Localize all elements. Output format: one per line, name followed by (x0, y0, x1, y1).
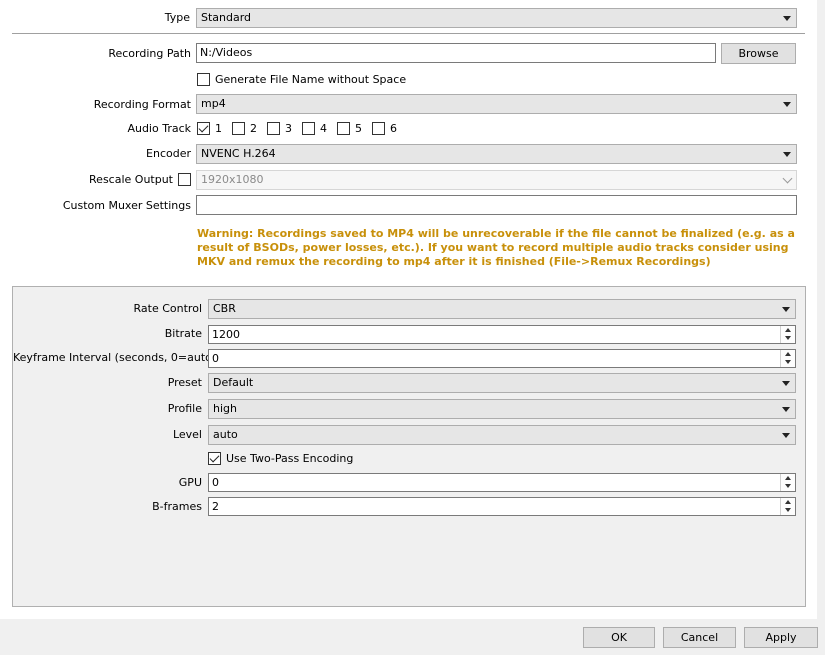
bitrate-value: 1200 (212, 328, 240, 341)
recording-format-select[interactable]: mp4 (196, 94, 797, 114)
audio-track-3-label: 3 (285, 122, 292, 135)
two-pass-label: Use Two-Pass Encoding (226, 452, 354, 465)
rescale-resolution-select[interactable]: 1920x1080 (196, 170, 797, 190)
type-value: Standard (201, 11, 252, 24)
chevron-down-icon (783, 16, 791, 21)
level-select[interactable]: auto (208, 425, 796, 445)
level-value: auto (213, 428, 238, 441)
gpu-value: 0 (212, 476, 219, 489)
chevron-down-icon (782, 173, 793, 184)
no-space-checkbox[interactable] (197, 73, 210, 86)
audio-track-1-label: 1 (215, 122, 222, 135)
muxer-settings-input[interactable] (196, 195, 797, 215)
arrow-up-icon (785, 328, 791, 332)
gpu-stepper[interactable] (780, 474, 795, 491)
rescale-output-label: Rescale Output (89, 173, 173, 186)
bframes-label: B-frames (152, 500, 202, 513)
gpu-spinbox[interactable]: 0 (208, 473, 796, 492)
audio-track-4-checkbox[interactable] (302, 122, 315, 135)
arrow-down-icon (785, 508, 791, 512)
keyframe-interval-value: 0 (212, 352, 219, 365)
audio-track-4-label: 4 (320, 122, 327, 135)
chevron-down-icon (783, 152, 791, 157)
rate-control-label: Rate Control (133, 302, 202, 315)
audio-track-3-checkbox[interactable] (267, 122, 280, 135)
type-select[interactable]: Standard (196, 8, 797, 28)
keyframe-interval-stepper[interactable] (780, 350, 795, 367)
muxer-settings-label: Custom Muxer Settings (62, 199, 191, 212)
rate-control-value: CBR (213, 302, 236, 315)
profile-label: Profile (167, 402, 202, 415)
arrow-up-icon (785, 500, 791, 504)
keyframe-interval-spinbox[interactable]: 0 (208, 349, 796, 368)
audio-track-label: Audio Track (127, 122, 191, 135)
arrow-up-icon (785, 352, 791, 356)
bframes-spinbox[interactable]: 2 (208, 497, 796, 516)
recording-format-label: Recording Format (93, 98, 191, 111)
bitrate-stepper[interactable] (780, 326, 795, 343)
type-label: Type (164, 11, 190, 24)
settings-panel: Type Standard Recording Path N:/Videos B… (0, 0, 817, 619)
preset-value: Default (213, 376, 254, 389)
arrow-down-icon (785, 484, 791, 488)
chevron-down-icon (782, 381, 790, 386)
recording-path-input[interactable]: N:/Videos (196, 43, 716, 63)
arrow-down-icon (785, 360, 791, 364)
encoder-settings-group: Rate Control CBR Bitrate 1200 Keyframe I… (12, 286, 806, 607)
preset-label: Preset (167, 376, 202, 389)
bframes-value: 2 (212, 500, 219, 513)
audio-track-2-checkbox[interactable] (232, 122, 245, 135)
ok-button[interactable]: OK (583, 627, 655, 648)
audio-track-6-checkbox[interactable] (372, 122, 385, 135)
keyframe-interval-label: Keyframe Interval (seconds, 0=auto) (13, 351, 217, 364)
encoder-select[interactable]: NVENC H.264 (196, 144, 797, 164)
encoder-value: NVENC H.264 (201, 147, 276, 160)
cancel-button[interactable]: Cancel (663, 627, 736, 648)
chevron-down-icon (782, 307, 790, 312)
chevron-down-icon (783, 102, 791, 107)
arrow-down-icon (785, 336, 791, 340)
arrow-up-icon (785, 476, 791, 480)
level-label: Level (172, 428, 202, 441)
rescale-output-checkbox[interactable] (178, 173, 191, 186)
audio-track-5-checkbox[interactable] (337, 122, 350, 135)
profile-value: high (213, 402, 237, 415)
divider (12, 33, 805, 34)
recording-format-value: mp4 (201, 97, 226, 110)
gpu-label: GPU (178, 476, 202, 489)
browse-button[interactable]: Browse (721, 43, 796, 64)
bframes-stepper[interactable] (780, 498, 795, 515)
recording-path-label: Recording Path (108, 47, 191, 60)
audio-track-6-label: 6 (390, 122, 397, 135)
audio-track-1-checkbox[interactable] (197, 122, 210, 135)
no-space-label: Generate File Name without Space (215, 73, 407, 86)
preset-select[interactable]: Default (208, 373, 796, 393)
chevron-down-icon (782, 433, 790, 438)
chevron-down-icon (782, 407, 790, 412)
audio-track-5-label: 5 (355, 122, 362, 135)
rescale-resolution-value: 1920x1080 (201, 173, 264, 186)
audio-track-2-label: 2 (250, 122, 257, 135)
two-pass-checkbox[interactable] (208, 452, 221, 465)
bitrate-label: Bitrate (164, 327, 202, 340)
profile-select[interactable]: high (208, 399, 796, 419)
bitrate-spinbox[interactable]: 1200 (208, 325, 796, 344)
encoder-label: Encoder (146, 147, 191, 160)
apply-button[interactable]: Apply (744, 627, 818, 648)
mp4-warning-text: Warning: Recordings saved to MP4 will be… (197, 227, 795, 268)
rate-control-select[interactable]: CBR (208, 299, 796, 319)
